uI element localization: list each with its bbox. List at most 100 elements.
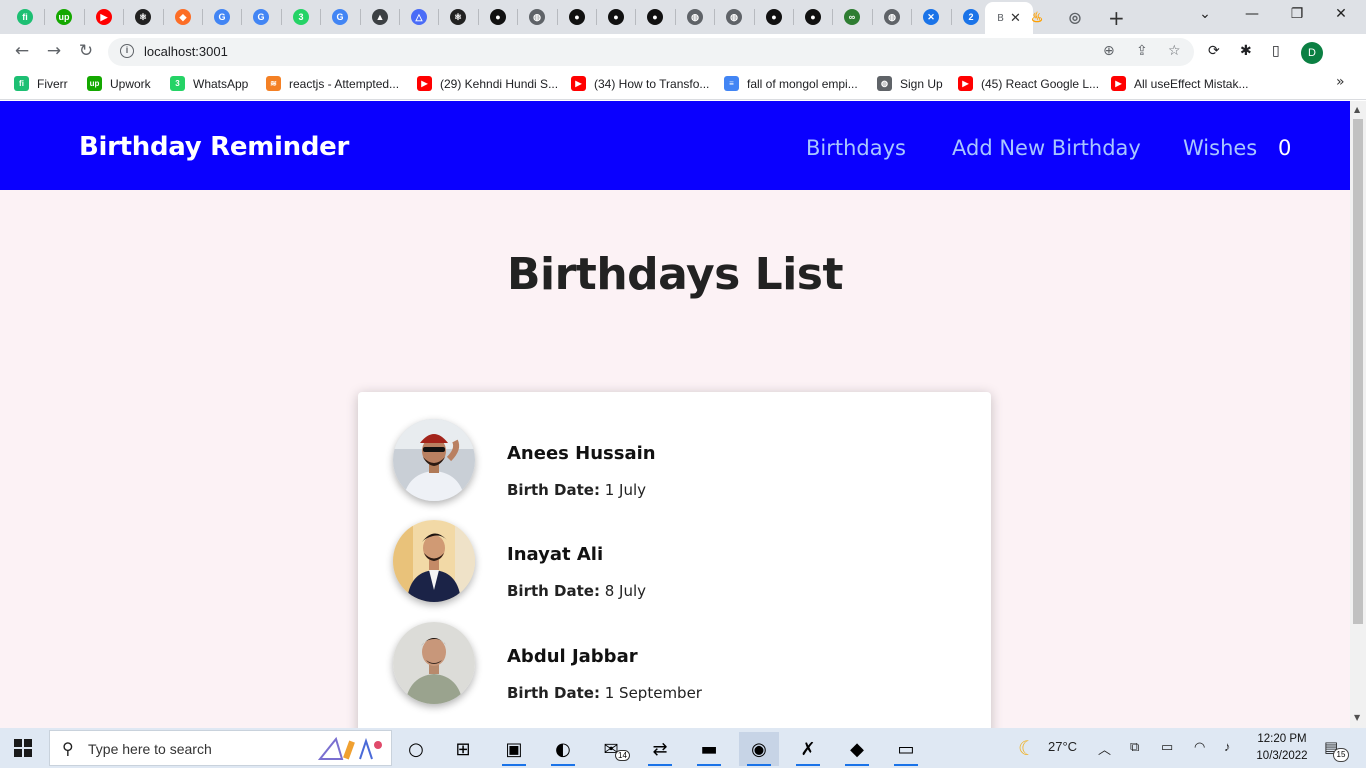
file-explorer-icon: ▬ (700, 738, 718, 760)
task-view-icon: ○ (408, 738, 424, 760)
extensions-puzzle-icon[interactable]: ✱ (1240, 43, 1252, 59)
search-icon: ⚲ (62, 739, 74, 758)
browser-tab[interactable]: ● (794, 4, 832, 30)
mail-taskbar-button[interactable]: ✉ 14 (591, 732, 631, 766)
bookmark-favicon-icon: ≋ (266, 76, 281, 91)
browser-tab[interactable]: ⚛ (439, 4, 477, 30)
teamviewer-taskbar-button[interactable]: ⇄ (640, 732, 680, 766)
browser-tab[interactable]: ◍ (518, 4, 556, 30)
bookmark-item[interactable]: ≋ reactjs - Attempted... (266, 76, 399, 91)
close-window-button[interactable]: ✕ (1326, 6, 1356, 22)
vscode-taskbar-button[interactable]: ✗ (788, 732, 828, 766)
task-view-taskbar-button[interactable]: ○ (396, 732, 436, 766)
widgets-taskbar-button[interactable]: ⊞ (443, 732, 483, 766)
app-brand[interactable]: Birthday Reminder (79, 132, 349, 162)
bookmark-item[interactable]: ≡ fall of mongol empi... (724, 76, 858, 91)
git-taskbar-button[interactable]: ◆ (837, 732, 877, 766)
weather-moon-icon[interactable]: ☾ (1018, 736, 1036, 761)
new-tab-button[interactable]: + (1108, 6, 1125, 30)
bookmark-star-icon[interactable]: ☆ (1168, 43, 1181, 59)
wifi-icon[interactable]: ◠ (1194, 739, 1205, 755)
site-info-icon[interactable]: i (120, 44, 134, 58)
bookmark-item[interactable]: ◍ Sign Up (877, 76, 943, 91)
scroll-up-icon[interactable]: ▲ (1354, 105, 1360, 114)
nav-link-add-new-birthday[interactable]: Add New Birthday (952, 136, 1141, 160)
browser-tab[interactable]: ◍ (873, 4, 911, 30)
browser-tab[interactable]: G (242, 4, 280, 30)
bookmark-label: Sign Up (900, 76, 943, 91)
react-icon: ⚛ (135, 9, 151, 25)
browser-tab[interactable]: up (45, 4, 83, 30)
browser-tab[interactable]: ∞ (833, 4, 871, 30)
person-name: Anees Hussain (507, 443, 656, 464)
minimize-button[interactable]: — (1237, 6, 1267, 22)
browser-tab[interactable]: ● (636, 4, 674, 30)
taskbar-clock[interactable]: 12:20 PM 10/3/2022 (1252, 731, 1312, 765)
browser-tab[interactable]: △ (400, 4, 438, 30)
tab-search-dropdown-icon[interactable]: ⌄ (1190, 6, 1220, 22)
scroll-down-icon[interactable]: ▼ (1354, 713, 1360, 722)
browser-tab[interactable]: ◆ (164, 4, 202, 30)
bookmark-label: Upwork (110, 76, 151, 91)
birthday-list-item: Inayat Ali Birth Date: 8 July (393, 520, 953, 604)
file-explorer-taskbar-button[interactable]: ▬ (689, 732, 729, 766)
browser-tab[interactable]: ● (597, 4, 635, 30)
birth-date-value: 1 September (604, 684, 702, 702)
url-text[interactable]: localhost:3001 (144, 44, 228, 59)
github-icon: ● (805, 9, 821, 25)
tray-overflow-icon[interactable]: ︿ (1098, 739, 1111, 758)
sync-extension-icon[interactable]: ⟳ (1208, 43, 1220, 59)
windows-start-button[interactable] (14, 739, 32, 757)
bookmark-item[interactable]: ▶ All useEffect Mistak... (1111, 76, 1249, 91)
browser-tab[interactable]: ⚛ (124, 4, 162, 30)
infinity-icon: ∞ (844, 9, 860, 25)
back-button[interactable]: ← (10, 41, 34, 61)
person-name: Inayat Ali (507, 544, 604, 565)
browser-tab[interactable]: ● (558, 4, 596, 30)
meet-now-icon[interactable]: ⧉ (1130, 739, 1139, 755)
browser-tab[interactable]: ● (479, 4, 517, 30)
address-bar[interactable]: i localhost:3001 ⊕ ⇪ ☆ (108, 38, 1194, 66)
tab-firebase[interactable]: ♨ (1018, 4, 1056, 30)
browser-tab[interactable]: ◍ (715, 4, 753, 30)
weather-temperature[interactable]: 27°C (1048, 739, 1077, 754)
browser-tab[interactable]: G (203, 4, 241, 30)
forward-button[interactable]: → (42, 41, 66, 61)
bookmark-item[interactable]: ▶ (34) How to Transfo... (571, 76, 709, 91)
browser-tab[interactable]: fi (6, 4, 44, 30)
chrome-taskbar-button[interactable]: ◉ (739, 732, 779, 766)
tab-chrome[interactable]: ◎ (1056, 4, 1094, 30)
bookmark-item[interactable]: ▶ (45) React Google L... (958, 76, 1099, 91)
gitlab-icon: ◆ (175, 9, 191, 25)
bookmark-item[interactable]: up Upwork (87, 76, 151, 91)
browser-tab[interactable]: ▶ (85, 4, 123, 30)
share-icon[interactable]: ⇪ (1136, 43, 1148, 59)
browser-tab[interactable]: 3 (282, 4, 320, 30)
profile-avatar[interactable]: D (1301, 42, 1323, 64)
bookmarks-overflow-icon[interactable]: » (1336, 74, 1345, 90)
bookmark-label: WhatsApp (193, 76, 249, 91)
bookmark-item[interactable]: ▶ (29) Kehndi Hundi S... (417, 76, 558, 91)
edge-taskbar-button[interactable]: ◐ (543, 732, 583, 766)
page-scrollbar[interactable]: ▲ ▼ (1350, 101, 1366, 728)
cmd-taskbar-button[interactable]: ▭ (886, 732, 926, 766)
birth-date-label: Birth Date: (507, 481, 600, 499)
volume-icon[interactable]: ♪ (1224, 739, 1231, 754)
reload-button[interactable]: ↻ (74, 41, 98, 61)
bookmark-item[interactable]: 3 WhatsApp (170, 76, 248, 91)
browser-tab[interactable]: ✕ (912, 4, 950, 30)
taskbar-search-input[interactable]: ⚲ Type here to search (49, 730, 392, 766)
zoom-icon[interactable]: ⊕ (1103, 43, 1115, 59)
browser-tab[interactable]: ● (755, 4, 793, 30)
browser-tab[interactable]: ◍ (676, 4, 714, 30)
scroll-thumb[interactable] (1353, 119, 1363, 624)
bookmark-item[interactable]: fi Fiverr (14, 76, 68, 91)
restore-button[interactable]: ❐ (1282, 6, 1312, 22)
browser-tab[interactable]: G (321, 4, 359, 30)
nav-link-wishes[interactable]: Wishes (1183, 136, 1257, 160)
browser-tab[interactable]: ▲ (361, 4, 399, 30)
side-panel-icon[interactable]: ▯ (1272, 43, 1280, 59)
terminal-app-taskbar-button[interactable]: ▣ (494, 732, 534, 766)
nav-link-birthdays[interactable]: Birthdays (806, 136, 906, 160)
battery-icon[interactable]: ▭ (1161, 739, 1173, 755)
